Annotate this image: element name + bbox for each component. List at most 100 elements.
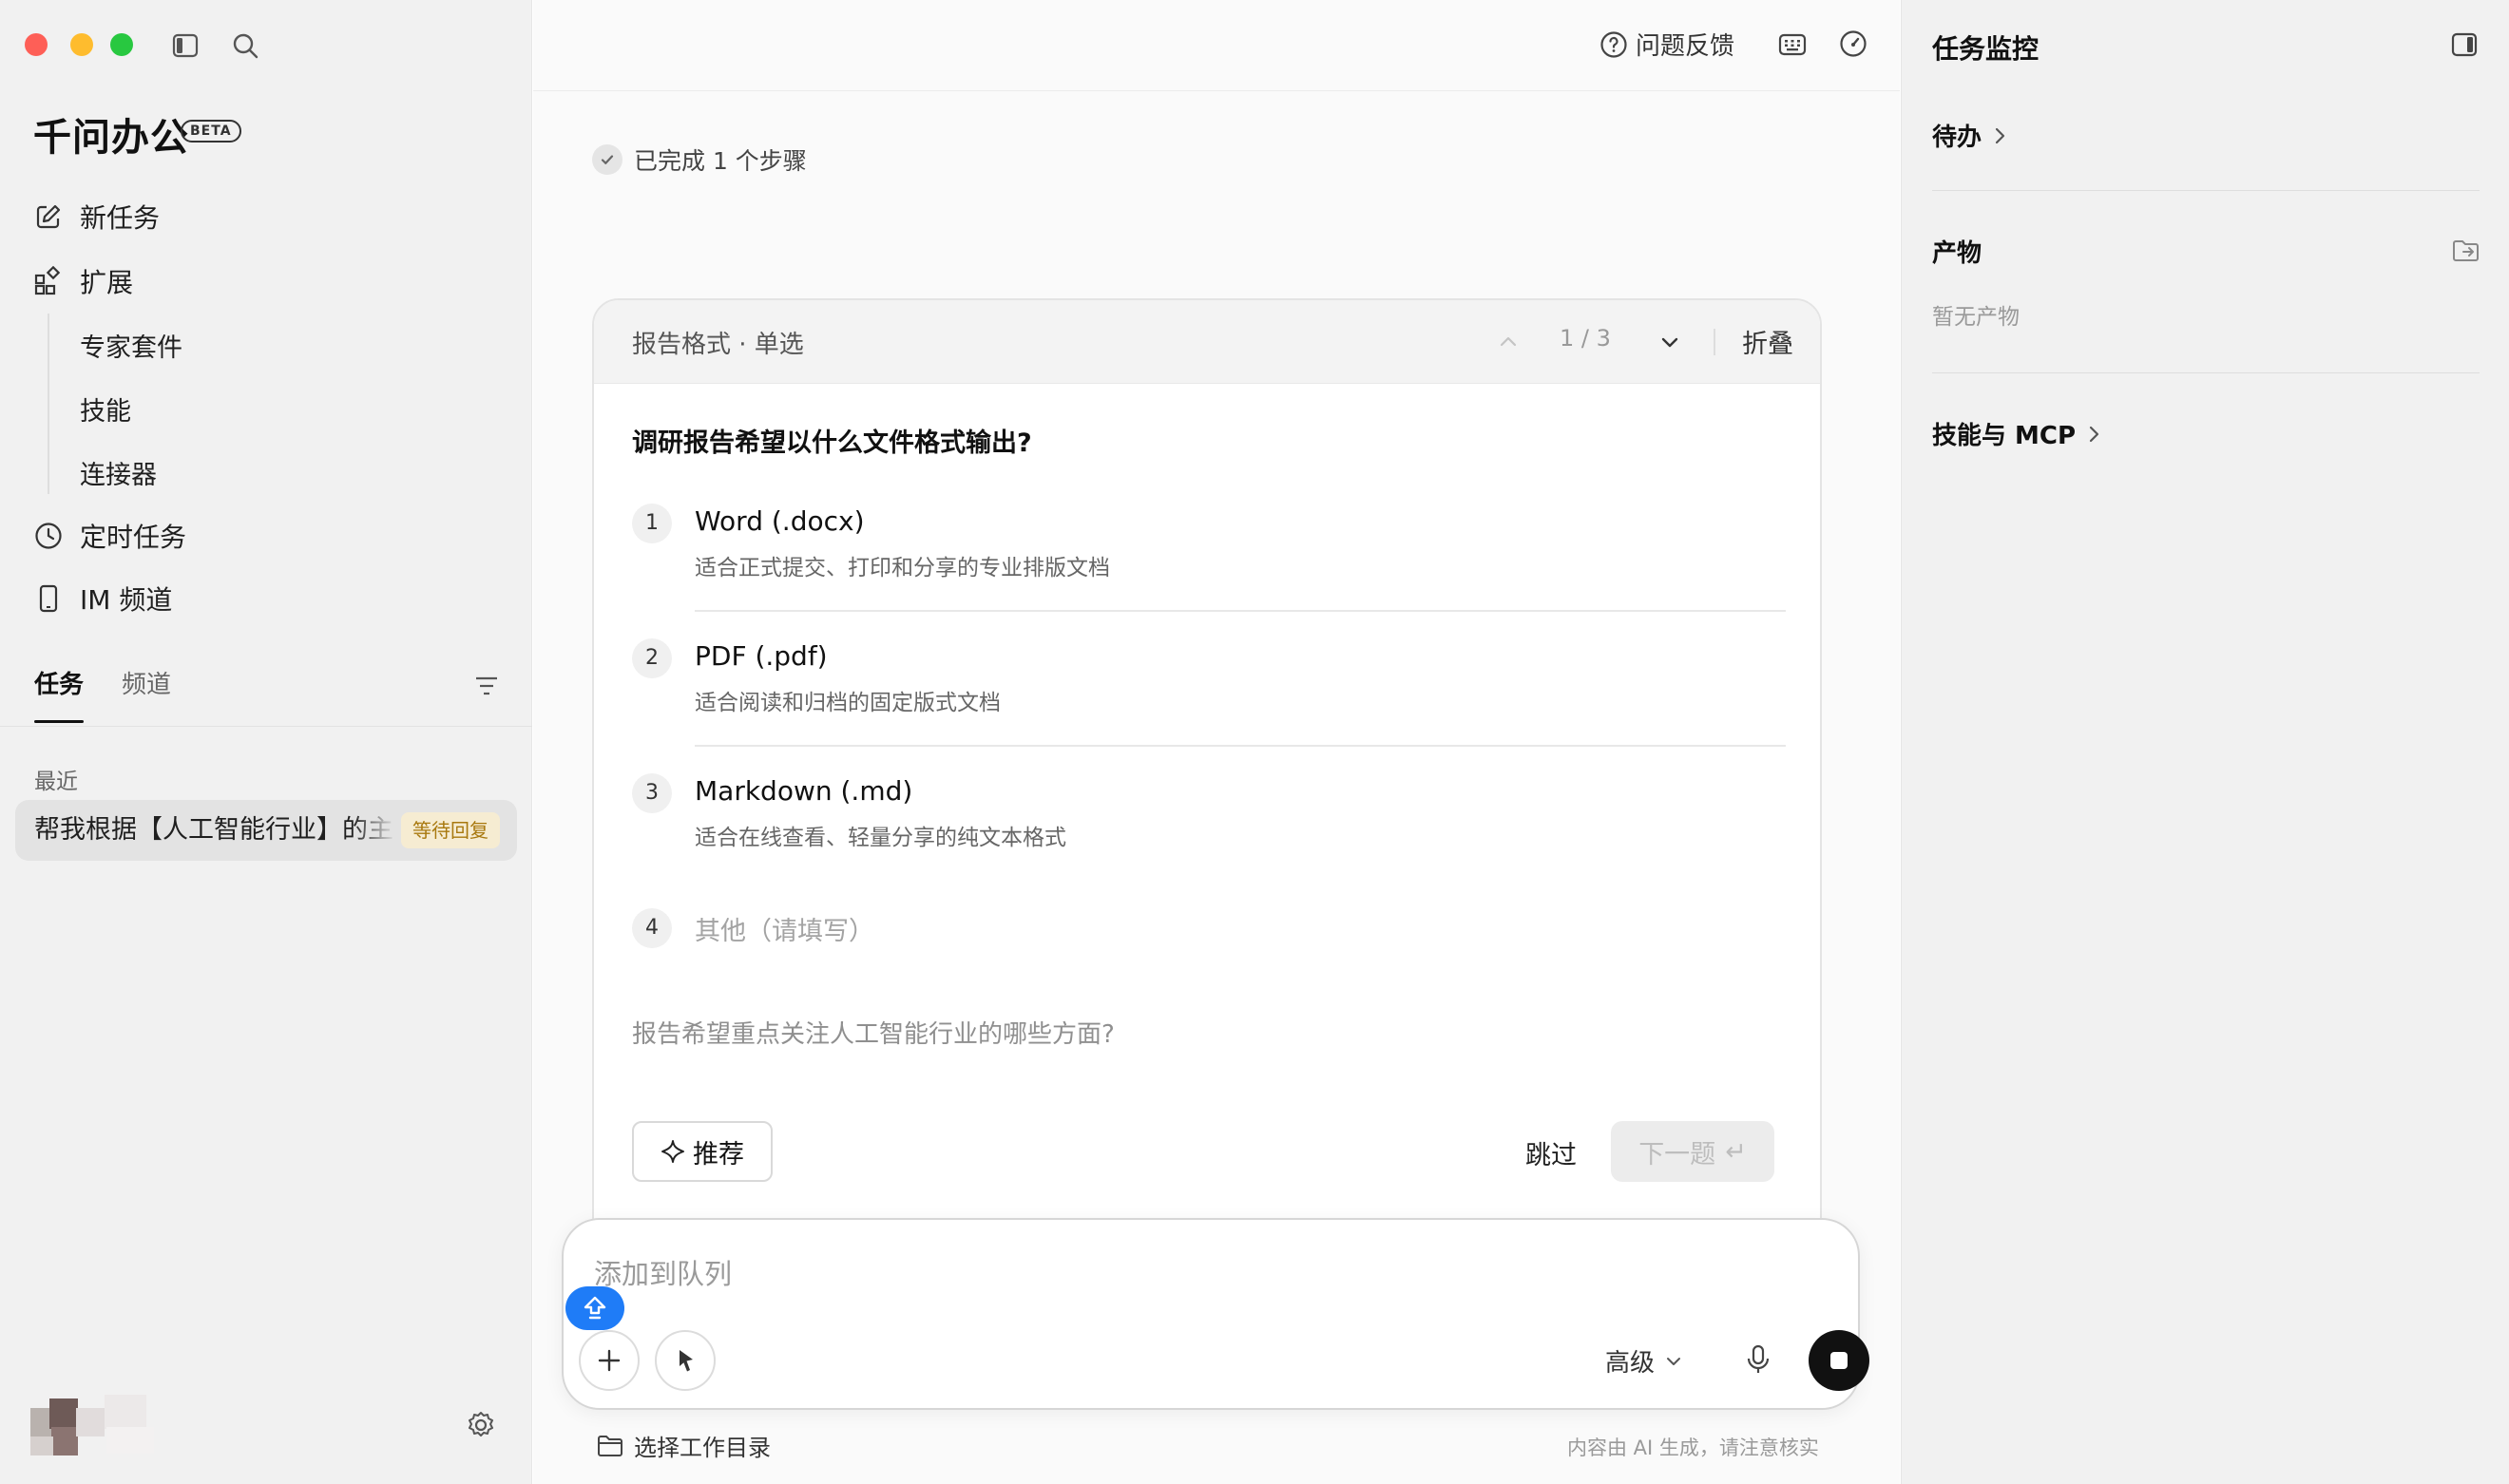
- option-description: 适合阅读和归档的固定版式文档: [695, 691, 1001, 715]
- subnav-guide-line: [48, 314, 49, 494]
- divider: [695, 745, 1786, 747]
- ai-disclaimer: 内容由 AI 生成，请注意核实: [1567, 1436, 1819, 1459]
- option-other[interactable]: 4 其他（请填写）: [632, 908, 1786, 956]
- other-input-placeholder: 其他（请填写）: [695, 917, 874, 946]
- stop-icon: [1828, 1349, 1850, 1372]
- option-label: Markdown (.md): [695, 775, 913, 807]
- edit-icon: [32, 200, 65, 233]
- chevron-down-icon[interactable]: [1658, 331, 1681, 353]
- stop-button[interactable]: [1809, 1330, 1869, 1391]
- option-number: 4: [632, 908, 672, 948]
- main-area: 问题反馈 已完成 1 个步骤 报告格式 · 单选 1 / 3 折叠 调研报告希望…: [533, 0, 1900, 1484]
- status-badge: 等待回复: [401, 812, 500, 848]
- divider: [0, 726, 532, 727]
- next-question-button[interactable]: 下一题 ↵: [1611, 1121, 1774, 1182]
- open-folder-icon[interactable]: [2451, 238, 2481, 264]
- queue-upload-icon[interactable]: [565, 1286, 624, 1330]
- search-icon[interactable]: [231, 31, 259, 60]
- extensions-icon: [32, 265, 65, 297]
- recommend-button[interactable]: 推荐: [632, 1121, 773, 1182]
- header-separator: [1714, 329, 1715, 355]
- option-item[interactable]: 2 PDF (.pdf) 适合阅读和归档的固定版式文档: [632, 638, 1786, 743]
- composer: 添加到队列 高级: [562, 1218, 1869, 1410]
- cursor-mode-button[interactable]: [655, 1330, 716, 1391]
- recent-task-item[interactable]: 帮我根据【人工智能行业】的主 等待回复: [15, 800, 517, 861]
- todo-label: 待办: [1932, 124, 1982, 152]
- add-attachment-button[interactable]: [579, 1330, 640, 1391]
- skip-button[interactable]: 跳过: [1525, 1134, 1577, 1171]
- panel-title: 任务监控: [1932, 33, 2040, 65]
- option-description: 适合正式提交、打印和分享的专业排版文档: [695, 556, 1110, 580]
- question-pager: 1 / 3: [1560, 325, 1611, 352]
- composer-input[interactable]: 添加到队列: [594, 1252, 732, 1292]
- task-title: 帮我根据【人工智能行业】的主: [34, 815, 393, 845]
- artifacts-section: 产物: [1932, 234, 1982, 269]
- clock-icon: [32, 520, 65, 552]
- model-selector[interactable]: 高级: [1605, 1343, 1683, 1379]
- option-number: 1: [632, 504, 672, 543]
- nav-label: IM 频道: [80, 584, 173, 616]
- settings-gear-icon[interactable]: [466, 1410, 496, 1440]
- option-number: 3: [632, 773, 672, 813]
- chevron-down-icon: [1664, 1352, 1683, 1371]
- chevron-up-icon[interactable]: [1497, 331, 1520, 353]
- folder-icon: [596, 1434, 624, 1458]
- maximize-window-button[interactable]: [110, 33, 133, 56]
- nav-skills[interactable]: 技能: [80, 385, 131, 432]
- question-title: 调研报告希望以什么文件格式输出?: [632, 428, 1032, 458]
- next-label: 下一题: [1638, 1139, 1716, 1170]
- nav-new-task[interactable]: 新任务: [32, 192, 160, 241]
- option-number: 2: [632, 638, 672, 678]
- microphone-icon[interactable]: [1744, 1343, 1772, 1376]
- question-card-header: 报告格式 · 单选 1 / 3 折叠: [594, 300, 1820, 384]
- step-status[interactable]: 已完成 1 个步骤: [592, 143, 807, 177]
- question-category: 报告格式 · 单选: [632, 331, 804, 359]
- app-brand: 千问办公: [33, 116, 189, 160]
- feedback-label: 问题反馈: [1636, 32, 1735, 61]
- nav-scheduled-tasks[interactable]: 定时任务: [32, 511, 186, 561]
- filter-icon[interactable]: [473, 675, 500, 697]
- chevron-right-icon: [1991, 125, 2008, 146]
- keyboard-icon[interactable]: [1778, 31, 1807, 58]
- artifacts-empty-text: 暂无产物: [1932, 305, 2020, 330]
- nav-im-channel[interactable]: IM 频道: [32, 574, 172, 623]
- sidebar: 千问办公 BETA 新任务 扩展 专家套件 技能 连接器 定时任务 IM 频道 …: [0, 0, 532, 1484]
- minimize-window-button[interactable]: [70, 33, 93, 56]
- toggle-right-panel-icon[interactable]: [2451, 31, 2478, 58]
- todo-section[interactable]: 待办: [1932, 118, 2008, 153]
- help-circle-icon: [1599, 30, 1628, 59]
- nav-label: 扩展: [80, 267, 134, 298]
- avatar[interactable]: [30, 1389, 192, 1457]
- tab-tasks[interactable]: 任务: [34, 665, 84, 700]
- option-label: Word (.docx): [695, 505, 865, 537]
- toggle-sidebar-icon[interactable]: [172, 32, 199, 59]
- top-bar: 问题反馈: [533, 0, 1900, 91]
- nav-extensions[interactable]: 扩展: [32, 257, 133, 306]
- option-item[interactable]: 1 Word (.docx) 适合正式提交、打印和分享的专业排版文档: [632, 504, 1786, 608]
- artifacts-label: 产物: [1932, 239, 1982, 268]
- phone-icon: [32, 582, 65, 615]
- question-card: 报告格式 · 单选 1 / 3 折叠 调研报告希望以什么文件格式输出? 1 Wo…: [592, 298, 1822, 1248]
- next-question-preview: 报告希望重点关注人工智能行业的哪些方面?: [632, 1020, 1115, 1049]
- skills-label: 技能与 MCP: [1932, 422, 2077, 450]
- workdir-label: 选择工作目录: [634, 1435, 771, 1461]
- speedometer-icon[interactable]: [1839, 29, 1867, 58]
- tab-channels[interactable]: 频道: [122, 665, 171, 700]
- nav-label: 定时任务: [80, 522, 187, 553]
- option-item[interactable]: 3 Markdown (.md) 适合在线查看、轻量分享的纯文本格式: [632, 773, 1786, 878]
- task-monitor-panel: 任务监控 待办 产物 暂无产物 技能与 MCP: [1901, 0, 2509, 1484]
- feedback-button[interactable]: 问题反馈: [1599, 27, 1734, 62]
- active-tab-indicator: [34, 720, 84, 723]
- option-description: 适合在线查看、轻量分享的纯文本格式: [695, 826, 1066, 850]
- beta-badge: BETA: [181, 120, 241, 143]
- chevron-right-icon: [2085, 424, 2102, 445]
- nav-expert-suite[interactable]: 专家套件: [80, 321, 182, 369]
- model-label: 高级: [1605, 1349, 1656, 1378]
- step-status-text: 已完成 1 个步骤: [634, 147, 807, 175]
- nav-connectors[interactable]: 连接器: [80, 448, 157, 496]
- skills-mcp-section[interactable]: 技能与 MCP: [1932, 416, 2102, 451]
- close-window-button[interactable]: [25, 33, 48, 56]
- recommend-label: 推荐: [693, 1139, 744, 1170]
- fold-button[interactable]: 折叠: [1742, 323, 1793, 360]
- select-workdir-button[interactable]: 选择工作目录: [596, 1429, 771, 1462]
